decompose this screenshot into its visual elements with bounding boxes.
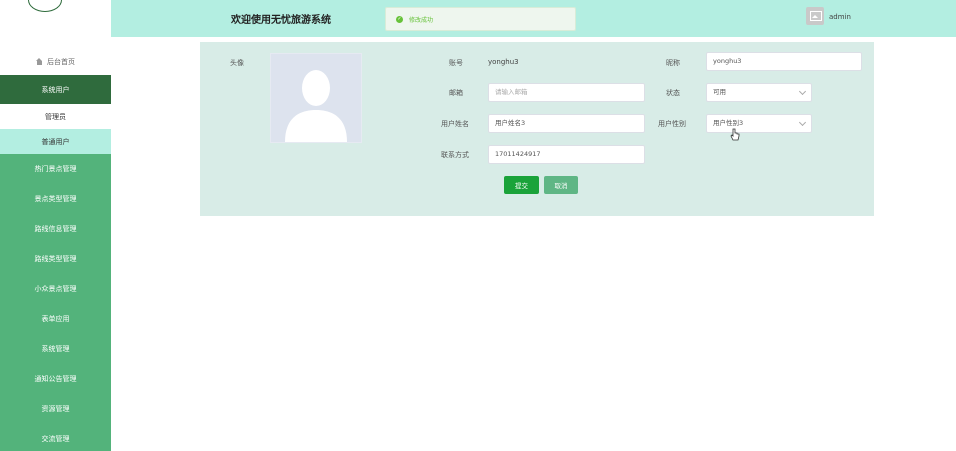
success-toast: ✓ 修改成功 <box>385 7 576 31</box>
email-label: 邮箱 <box>449 89 463 97</box>
sidebar-item-label: 热门景点管理 <box>34 165 77 173</box>
sidebar-item-label: 管理员 <box>45 112 66 121</box>
hand-cursor-icon <box>730 128 740 141</box>
phone-label: 联系方式 <box>441 151 469 159</box>
home-icon <box>36 58 43 65</box>
sidebar-item-system[interactable]: 系统管理 <box>0 334 111 364</box>
page-title: 欢迎使用无忧旅游系统 <box>231 15 331 26</box>
sidebar-subitem-admin[interactable]: 管理员 <box>0 104 111 129</box>
name-field[interactable]: 用户姓名3 <box>488 114 645 133</box>
account-label: 账号 <box>449 59 463 67</box>
sidebar-item-label: 表单应用 <box>41 315 70 323</box>
sidebar-subitem-regular-user[interactable]: 普通用户 <box>0 129 111 154</box>
cancel-button[interactable]: 取消 <box>544 176 578 194</box>
top-header: 欢迎使用无忧旅游系统 ✓ 修改成功 admin <box>111 0 956 37</box>
toast-message: 修改成功 <box>409 16 434 24</box>
gender-select[interactable]: 用户性别3 <box>706 114 812 133</box>
sidebar-item-route-info[interactable]: 路线信息管理 <box>0 214 111 244</box>
profile-form: 头像 账号 yonghu3 昵称 yonghu3 邮箱 请输入邮箱 状态 可用 … <box>200 42 874 216</box>
sidebar-item-resources[interactable]: 资源管理 <box>0 394 111 424</box>
sidebar-item-label: 小众景点管理 <box>34 285 77 293</box>
status-label: 状态 <box>666 89 680 97</box>
sidebar-item-label: 通知公告管理 <box>34 375 77 383</box>
sidebar-item-label: 系统用户 <box>41 85 70 94</box>
nickname-label: 昵称 <box>666 59 680 67</box>
sidebar-item-exchange[interactable]: 交流管理 <box>0 424 111 451</box>
sidebar-nav: 后台首页 系统用户 管理员 普通用户 热门景点管理 景点类型管理 路线信息管理 … <box>0 48 111 451</box>
sidebar-item-home[interactable]: 后台首页 <box>0 48 111 75</box>
account-value: yonghu3 <box>488 58 519 66</box>
sidebar: 后台首页 系统用户 管理员 普通用户 热门景点管理 景点类型管理 路线信息管理 … <box>0 0 111 451</box>
sidebar-item-popular-spots[interactable]: 热门景点管理 <box>0 154 111 184</box>
sidebar-item-label: 路线类型管理 <box>34 255 77 263</box>
person-placeholder-icon <box>285 70 347 142</box>
sidebar-item-label: 后台首页 <box>47 57 75 66</box>
sidebar-item-label: 路线信息管理 <box>34 225 77 233</box>
sidebar-menu-group: 热门景点管理 景点类型管理 路线信息管理 路线类型管理 小众景点管理 表单应用 … <box>0 154 111 451</box>
sidebar-item-label: 交流管理 <box>41 435 70 443</box>
nickname-field[interactable]: yonghu3 <box>706 52 862 71</box>
logo-image <box>28 0 62 12</box>
gender-select-value: 用户性别3 <box>713 119 744 127</box>
sidebar-item-label: 普通用户 <box>41 137 70 146</box>
avatar-upload[interactable] <box>270 53 362 143</box>
sidebar-item-forms[interactable]: 表单应用 <box>0 304 111 334</box>
submit-button[interactable]: 提交 <box>504 176 539 194</box>
sidebar-item-niche-spots[interactable]: 小众景点管理 <box>0 274 111 304</box>
sidebar-item-notices[interactable]: 通知公告管理 <box>0 364 111 394</box>
username[interactable]: admin <box>829 13 851 21</box>
sidebar-item-label: 资源管理 <box>41 405 70 413</box>
sidebar-item-label: 景点类型管理 <box>34 195 77 203</box>
sidebar-item-label: 系统管理 <box>41 345 70 353</box>
app: 后台首页 系统用户 管理员 普通用户 热门景点管理 景点类型管理 路线信息管理 … <box>0 0 956 451</box>
avatar-label: 头像 <box>230 59 244 67</box>
chevron-down-icon <box>798 118 807 127</box>
phone-field[interactable]: 17011424917 <box>488 145 645 164</box>
name-label: 用户姓名 <box>441 120 469 128</box>
status-select-value: 可用 <box>713 88 726 96</box>
sidebar-item-spot-types[interactable]: 景点类型管理 <box>0 184 111 214</box>
check-circle-icon: ✓ <box>396 15 403 23</box>
sidebar-item-route-types[interactable]: 路线类型管理 <box>0 244 111 274</box>
sidebar-item-system-users[interactable]: 系统用户 <box>0 75 111 104</box>
email-field[interactable]: 请输入邮箱 <box>488 83 645 102</box>
status-select[interactable]: 可用 <box>706 83 812 102</box>
gender-label: 用户性别 <box>658 120 686 128</box>
chevron-down-icon <box>798 87 807 96</box>
user-avatar[interactable] <box>806 7 824 25</box>
